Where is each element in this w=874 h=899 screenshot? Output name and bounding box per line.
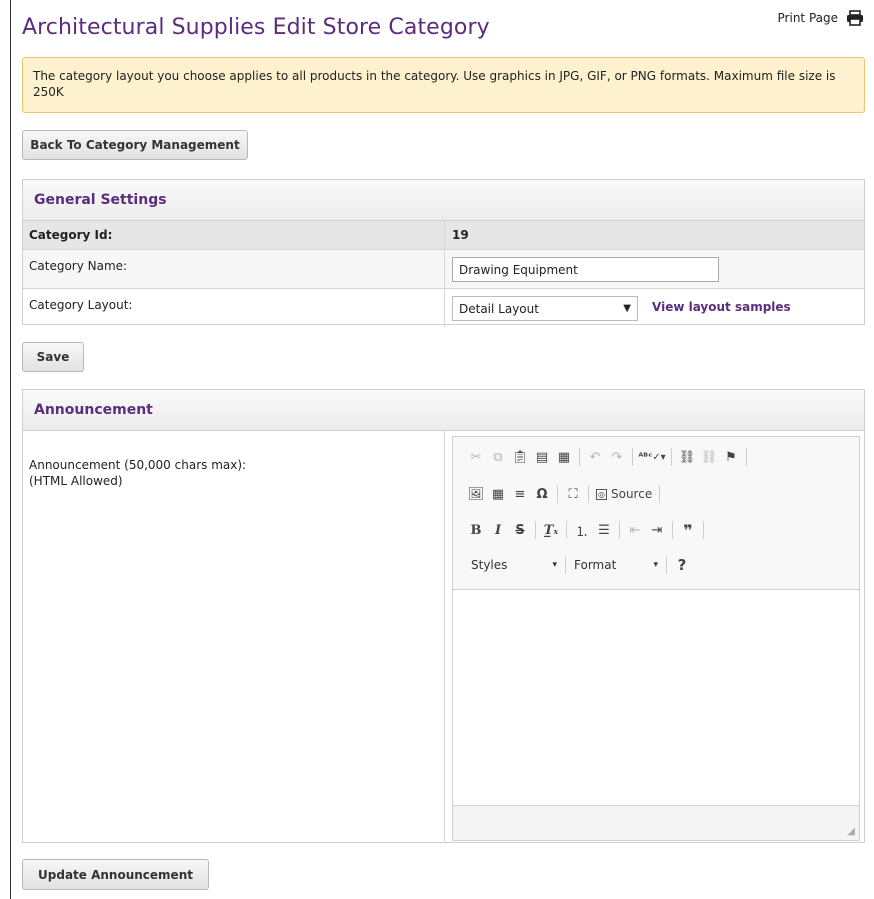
category-layout-notice: The category layout you choose applies t… [22,57,865,113]
page-left-border [10,0,11,899]
category-id-row: Category Id: 19 [23,221,864,250]
source-label: Source [610,487,653,501]
chevron-down-icon: ▾ [653,560,658,570]
styles-label: Styles [471,558,508,572]
category-layout-selected: Detail Layout [459,301,539,316]
special-char-icon[interactable]: Ω [531,484,553,504]
toolbar-separator [535,521,536,539]
announcement-label-line1: Announcement (50,000 chars max): [29,458,247,472]
rich-text-editor: ✂ ⧉ 📋︎ ▤ ▦ ↶ ↷ ᴬᴮᶜ✓▾ ⛓ ⛓ ⚑ 🖼︎ ▦ ≡ Ω ⛶ ◎ … [452,436,860,841]
toolbar-separator [746,448,747,466]
copy-icon[interactable]: ⧉ [487,447,509,467]
announcement-label-line2: (HTML Allowed) [29,474,123,488]
toolbar-separator [666,556,667,574]
blockquote-icon[interactable]: ❞ [677,520,699,540]
print-page-link[interactable]: Print Page [778,10,864,26]
category-name-row: Category Name: Drawing Equipment [23,250,864,289]
category-layout-row: Category Layout: Detail Layout ▼ View la… [23,289,864,327]
toolbar-separator [588,485,589,503]
announcement-row: Announcement (50,000 chars max): (HTML A… [23,431,864,843]
anchor-icon[interactable]: ⚑ [720,447,742,467]
paste-icon[interactable]: 📋︎ [509,447,531,467]
format-combo[interactable]: Format ▾ [570,558,662,572]
toolbar-row-4: Styles ▾ Format ▾ ? [467,555,693,575]
toolbar-separator [671,448,672,466]
outdent-icon[interactable]: ⇤ [624,520,646,540]
back-to-category-management-button[interactable]: Back To Category Management [22,130,248,160]
undo-icon[interactable]: ↶ [584,447,606,467]
toolbar-separator [672,521,673,539]
printer-icon [846,10,864,26]
remove-format-icon[interactable]: T̲ₓ [540,520,562,540]
paste-text-icon[interactable]: ▤ [531,447,553,467]
table-icon[interactable]: ▦ [487,484,509,504]
unlink-icon[interactable]: ⛓ [698,447,720,467]
toolbar-separator [565,556,566,574]
general-settings-panel: General Settings Category Id: 19 Categor… [22,179,865,327]
numbered-list-icon[interactable]: ⒈ [571,520,593,540]
print-page-label: Print Page [777,11,838,25]
redo-icon[interactable]: ↷ [606,447,628,467]
category-name-cell: Drawing Equipment [445,250,864,288]
bulleted-list-icon[interactable]: ☰ [593,520,615,540]
toolbar-separator [632,448,633,466]
view-layout-samples-link[interactable]: View layout samples [652,300,791,314]
chevron-down-icon: ▼ [623,303,631,314]
category-layout-label: Category Layout: [23,289,445,327]
toolbar-separator [557,485,558,503]
update-announcement-button[interactable]: Update Announcement [22,859,209,890]
toolbar-row-3: B I S T̲ₓ ⒈ ☰ ⇤ ⇥ ❞ [465,520,708,540]
italic-icon[interactable]: I [487,520,509,540]
toolbar-separator [579,448,580,466]
category-id-value: 19 [452,228,469,242]
help-icon[interactable]: ? [671,555,693,575]
spellcheck-icon[interactable]: ᴬᴮᶜ✓▾ [637,447,667,467]
horizontal-line-icon[interactable]: ≡ [509,484,531,504]
page-title: Architectural Supplies Edit Store Catego… [22,15,490,40]
resize-handle-icon[interactable]: ◢ [847,826,855,837]
maximize-icon[interactable]: ⛶ [562,484,584,504]
link-icon[interactable]: ⛓ [676,447,698,467]
editor-footer: ◢ [453,805,859,840]
source-button[interactable]: ◎ Source [593,484,655,504]
source-icon: ◎ [596,488,607,500]
indent-icon[interactable]: ⇥ [646,520,668,540]
editor-toolbar: ✂ ⧉ 📋︎ ▤ ▦ ↶ ↷ ᴬᴮᶜ✓▾ ⛓ ⛓ ⚑ 🖼︎ ▦ ≡ Ω ⛶ ◎ … [453,437,859,590]
bold-icon[interactable]: B [465,520,487,540]
toolbar-separator [566,521,567,539]
image-icon[interactable]: 🖼︎ [465,484,487,504]
category-layout-select[interactable]: Detail Layout ▼ [452,296,638,321]
chevron-down-icon: ▾ [552,560,557,570]
editor-content-area[interactable] [453,590,859,805]
general-settings-heading: General Settings [23,180,864,221]
announcement-label: Announcement (50,000 chars max): (HTML A… [23,431,445,843]
styles-combo[interactable]: Styles ▾ [467,558,561,572]
format-label: Format [574,558,617,572]
category-name-input[interactable]: Drawing Equipment [452,257,719,282]
toolbar-separator [703,521,704,539]
toolbar-separator [659,485,661,503]
save-button[interactable]: Save [22,342,84,372]
category-name-label: Category Name: [23,250,445,288]
category-id-label: Category Id: [23,221,445,249]
cut-icon[interactable]: ✂ [465,447,487,467]
announcement-heading: Announcement [23,390,864,431]
paste-word-icon[interactable]: ▦ [553,447,575,467]
announcement-panel: Announcement Announcement (50,000 chars … [22,389,865,843]
category-layout-cell: Detail Layout ▼ View layout samples [445,289,864,327]
toolbar-row-2: 🖼︎ ▦ ≡ Ω ⛶ ◎ Source [465,484,664,504]
toolbar-separator [619,521,620,539]
strike-icon[interactable]: S [509,520,531,540]
toolbar-row-1: ✂ ⧉ 📋︎ ▤ ▦ ↶ ↷ ᴬᴮᶜ✓▾ ⛓ ⛓ ⚑ [465,447,751,467]
